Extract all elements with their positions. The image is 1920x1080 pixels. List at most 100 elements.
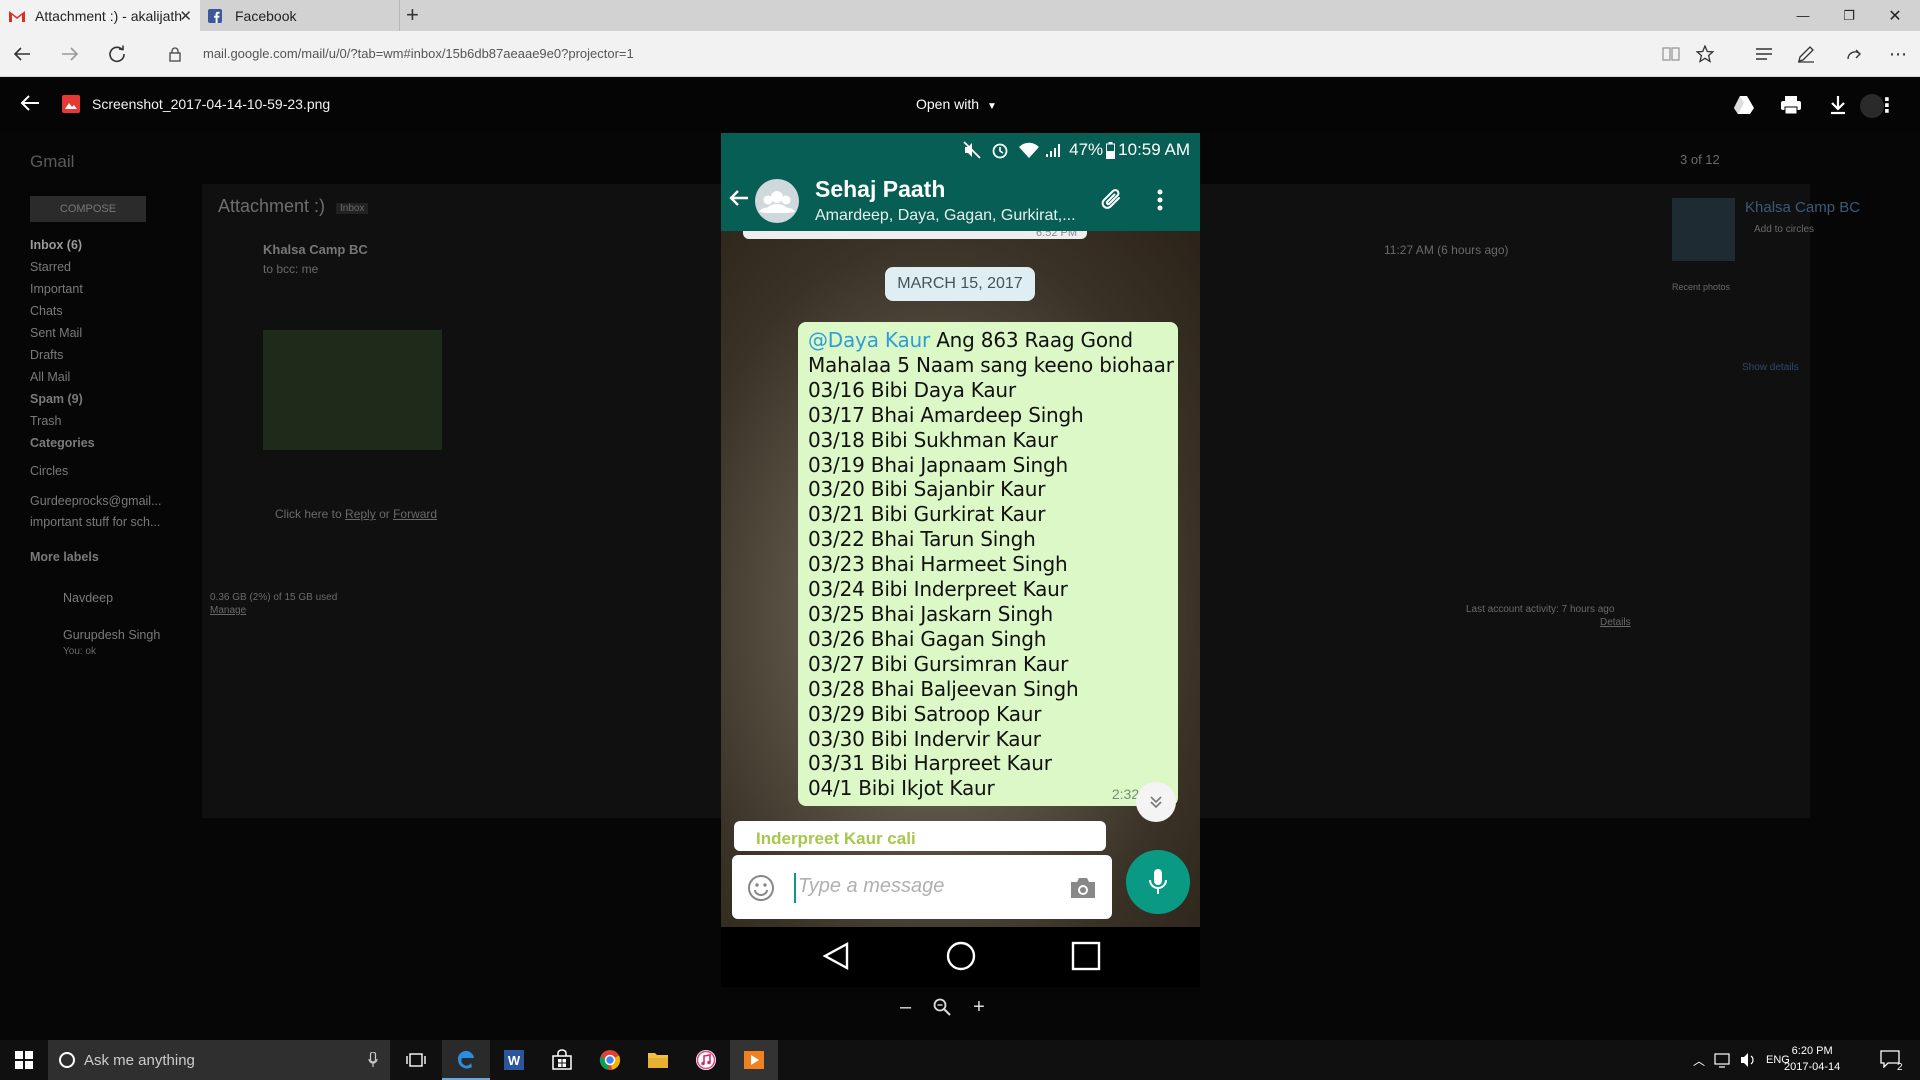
chat-name[interactable]: Sehaj Paath — [815, 176, 945, 203]
open-with-button[interactable]: Open with ▼ — [916, 96, 997, 112]
label-spam[interactable]: Spam (9) — [30, 388, 83, 410]
url-field[interactable]: mail.google.com/mail/u/0/?tab=wm#inbox/1… — [203, 46, 634, 61]
message-line: 03/18 Bibi Sukhman Kaur — [808, 427, 1058, 452]
system-clock[interactable]: 6:20 PM 2017-04-14 — [1784, 1043, 1840, 1075]
task-view-icon[interactable] — [392, 1040, 440, 1080]
label-extra-2[interactable]: important stuff for sch... — [30, 515, 160, 529]
download-icon[interactable] — [1824, 92, 1852, 118]
tab-facebook[interactable]: Facebook — [200, 0, 400, 31]
chrome-icon[interactable] — [586, 1040, 634, 1080]
label-drafts[interactable]: Drafts — [30, 344, 83, 366]
back-arrow-icon[interactable] — [20, 94, 40, 112]
group-avatar-icon[interactable] — [755, 179, 799, 223]
add-to-circles[interactable]: Add to circles — [1754, 224, 1814, 235]
hub-icon[interactable] — [1746, 31, 1782, 77]
windows-start-icon[interactable] — [0, 1040, 48, 1080]
file-explorer-icon[interactable] — [634, 1040, 682, 1080]
favorite-star-icon[interactable] — [1687, 31, 1723, 77]
hangout-user[interactable]: Navdeep — [63, 591, 113, 605]
store-icon[interactable] — [538, 1040, 586, 1080]
new-tab-button[interactable]: + — [406, 4, 419, 26]
tab-gmail[interactable]: Attachment :) - akalijath ✕ — [0, 0, 200, 31]
edge-icon[interactable] — [442, 1040, 490, 1080]
message-input-box[interactable]: Type a message — [732, 855, 1112, 919]
wifi-icon — [1019, 142, 1040, 158]
paperclip-icon[interactable] — [1099, 187, 1125, 213]
back-button[interactable] — [4, 31, 40, 77]
print-icon[interactable] — [1777, 92, 1805, 118]
label-extra-1[interactable]: Gurdeeprocks@gmail... — [30, 494, 162, 508]
web-note-icon[interactable] — [1788, 31, 1824, 77]
message-lines: Mahalaa 5 Naam sang keeno biohaar 03/16 B… — [808, 353, 1174, 801]
mention[interactable]: @Daya Kaur — [808, 328, 930, 352]
image-file-icon — [62, 95, 80, 113]
battery-percent: 47% — [1069, 140, 1104, 159]
label-all-mail[interactable]: All Mail — [30, 366, 83, 388]
refresh-button[interactable] — [99, 31, 135, 77]
word-icon[interactable]: W — [490, 1040, 538, 1080]
label-trash[interactable]: Trash — [30, 410, 83, 432]
search-placeholder: Ask me anything — [84, 1051, 195, 1069]
to-line[interactable]: to bcc: me — [263, 262, 318, 276]
reply-prompt[interactable]: Click here to Reply or Forward — [275, 507, 437, 521]
cortana-search-box[interactable]: Ask me anything — [48, 1040, 390, 1080]
label-circles[interactable]: Circles — [30, 464, 68, 478]
close-icon[interactable]: ✕ — [179, 7, 192, 25]
gmail-app-label[interactable]: Gmail — [30, 152, 74, 172]
share-icon[interactable] — [1836, 31, 1872, 77]
sender[interactable]: Khalsa Camp BC — [263, 242, 368, 257]
message-line: 03/31 Bibi Harpreet Kaur — [808, 751, 1052, 776]
label-chats[interactable]: Chats — [30, 300, 83, 322]
subject-tag[interactable]: Inbox — [336, 203, 369, 214]
media-player-icon[interactable] — [730, 1040, 778, 1080]
add-to-drive-icon[interactable] — [1730, 92, 1758, 118]
cortana-circle-icon — [58, 1051, 76, 1069]
manage-link[interactable]: Manage — [210, 605, 246, 616]
scroll-down-button[interactable] — [1136, 782, 1176, 822]
android-back-icon[interactable] — [821, 941, 851, 971]
restore-button[interactable]: ❐ — [1826, 0, 1872, 31]
more-icon[interactable]: ⋯ — [1880, 31, 1916, 77]
reply-link[interactable]: Reply — [345, 507, 376, 521]
android-recents-icon[interactable] — [1071, 941, 1101, 971]
itunes-icon[interactable] — [682, 1040, 730, 1080]
label-inbox[interactable]: Inbox (6) — [30, 234, 83, 256]
label-categories[interactable]: Categories — [30, 436, 95, 450]
contact-name[interactable]: Gurupdesh Singh — [63, 628, 160, 642]
zoom-magnifier-icon[interactable] — [933, 998, 951, 1016]
label-starred[interactable]: Starred — [30, 256, 83, 278]
back-arrow-icon[interactable] — [729, 189, 749, 207]
previous-message-edge: 6:52 PM — [743, 231, 1087, 239]
chat-members[interactable]: Amardeep, Daya, Gagan, Gurkirat,... — [815, 207, 1076, 225]
camera-icon[interactable] — [1068, 875, 1098, 901]
more-labels[interactable]: More labels — [30, 550, 99, 564]
attachment-thumbnail[interactable] — [263, 330, 442, 450]
message-line: 03/29 Bibi Satroop Kaur — [808, 701, 1042, 726]
side-contact-name[interactable]: Khalsa Camp BC — [1745, 199, 1860, 216]
kebab-menu-icon[interactable] — [1157, 189, 1163, 211]
microphone-icon[interactable] — [368, 1052, 378, 1068]
zoom-in-icon[interactable]: + — [973, 996, 985, 1019]
message-input[interactable]: Type a message — [798, 875, 944, 898]
minimize-button[interactable]: — — [1780, 0, 1826, 31]
volume-icon[interactable] — [1740, 1052, 1756, 1068]
label-sent[interactable]: Sent Mail — [30, 322, 83, 344]
clock-date: 2017-04-14 — [1784, 1061, 1841, 1073]
close-window-button[interactable]: ✕ — [1872, 0, 1918, 31]
more-options-icon[interactable]: ⋮ — [1873, 92, 1901, 118]
microphone-button[interactable] — [1126, 850, 1190, 914]
network-icon[interactable] — [1714, 1052, 1732, 1068]
gmail-labels: Inbox (6) Starred Important Chats Sent M… — [30, 234, 83, 432]
details-link[interactable]: Details — [1600, 617, 1631, 628]
forward-button[interactable] — [52, 31, 88, 77]
zoom-out-icon[interactable]: – — [900, 996, 911, 1019]
label-important[interactable]: Important — [30, 278, 83, 300]
android-home-icon[interactable] — [946, 941, 976, 971]
show-hidden-icons[interactable]: ︿ — [1693, 1052, 1705, 1069]
compose-button[interactable]: COMPOSE — [30, 196, 146, 222]
reading-view-icon[interactable] — [1653, 31, 1689, 77]
emoji-icon[interactable] — [747, 874, 775, 902]
message-bubble[interactable]: @Daya Kaur Ang 863 Raag Gond Mahalaa 5 N… — [798, 322, 1178, 806]
forward-link[interactable]: Forward — [393, 507, 437, 521]
show-details-link[interactable]: Show details — [1742, 362, 1799, 373]
